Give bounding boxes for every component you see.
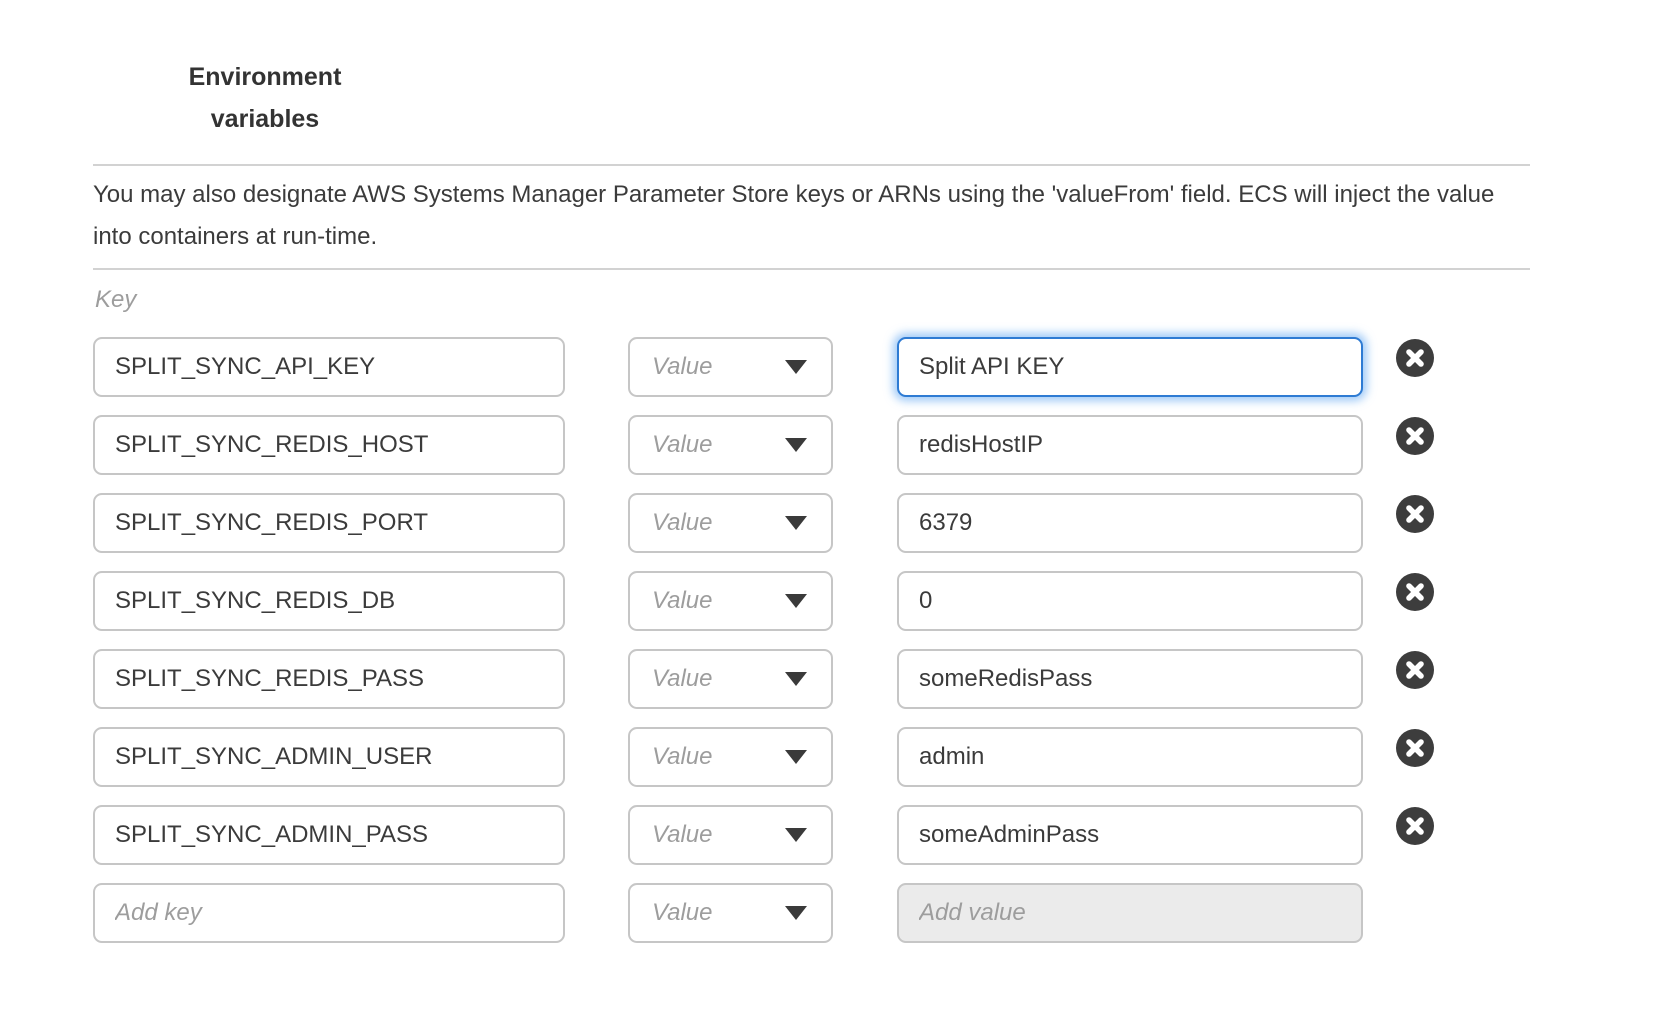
env-var-rows: Value Value Value [93, 337, 1434, 961]
env-key-input[interactable] [93, 805, 565, 865]
env-var-row: Value [93, 337, 1434, 397]
value-type-selected: Value [652, 899, 713, 927]
remove-row-button[interactable] [1396, 807, 1434, 845]
x-circle-icon [1396, 807, 1434, 845]
value-type-selected: Value [652, 353, 713, 381]
x-circle-icon [1396, 417, 1434, 455]
chevron-down-icon [785, 828, 807, 842]
section-description: You may also designate AWS Systems Manag… [93, 174, 1533, 258]
env-var-row: Value [93, 571, 1434, 631]
env-key-input[interactable] [93, 727, 565, 787]
env-key-input[interactable] [93, 493, 565, 553]
x-circle-icon [1396, 651, 1434, 689]
chevron-down-icon [785, 750, 807, 764]
value-type-selected: Value [652, 509, 713, 537]
value-type-dropdown[interactable]: Value [628, 883, 833, 943]
value-type-dropdown[interactable]: Value [628, 649, 833, 709]
section-title-line1: Environment [93, 56, 437, 98]
env-key-input[interactable] [93, 415, 565, 475]
env-key-input[interactable] [93, 883, 565, 943]
value-type-dropdown[interactable]: Value [628, 571, 833, 631]
value-type-selected: Value [652, 587, 713, 615]
env-value-input[interactable] [897, 805, 1363, 865]
env-var-row: Value [93, 805, 1434, 865]
remove-row-button[interactable] [1396, 495, 1434, 533]
section-title: Environment variables [93, 56, 437, 140]
chevron-down-icon [785, 594, 807, 608]
x-circle-icon [1396, 339, 1434, 377]
env-value-input[interactable] [897, 883, 1363, 943]
x-circle-icon [1396, 729, 1434, 767]
value-type-dropdown[interactable]: Value [628, 727, 833, 787]
env-var-row: Value [93, 493, 1434, 553]
value-type-selected: Value [652, 743, 713, 771]
env-var-row: Value [93, 727, 1434, 787]
value-type-selected: Value [652, 431, 713, 459]
value-type-dropdown[interactable]: Value [628, 493, 833, 553]
chevron-down-icon [785, 516, 807, 530]
env-var-row: Value [93, 649, 1434, 709]
env-value-input[interactable] [897, 337, 1363, 397]
env-var-row: Value [93, 415, 1434, 475]
env-value-input[interactable] [897, 649, 1363, 709]
chevron-down-icon [785, 438, 807, 452]
env-key-input[interactable] [93, 571, 565, 631]
value-type-selected: Value [652, 821, 713, 849]
divider-top [93, 164, 1530, 166]
environment-variables-section: Environment variables You may also desig… [0, 0, 1678, 1018]
divider-bottom [93, 268, 1530, 270]
remove-row-button[interactable] [1396, 651, 1434, 689]
env-value-input[interactable] [897, 415, 1363, 475]
value-type-dropdown[interactable]: Value [628, 805, 833, 865]
remove-row-button[interactable] [1396, 573, 1434, 611]
env-value-input[interactable] [897, 571, 1363, 631]
section-title-line2: variables [93, 98, 437, 140]
remove-row-button[interactable] [1396, 729, 1434, 767]
chevron-down-icon [785, 360, 807, 374]
x-circle-icon [1396, 495, 1434, 533]
remove-row-button[interactable] [1396, 339, 1434, 377]
chevron-down-icon [785, 906, 807, 920]
env-var-row: Value [93, 883, 1434, 943]
env-value-input[interactable] [897, 727, 1363, 787]
env-value-input[interactable] [897, 493, 1363, 553]
value-type-dropdown[interactable]: Value [628, 415, 833, 475]
value-type-dropdown[interactable]: Value [628, 337, 833, 397]
x-circle-icon [1396, 573, 1434, 611]
chevron-down-icon [785, 672, 807, 686]
env-key-input[interactable] [93, 649, 565, 709]
value-type-selected: Value [652, 665, 713, 693]
env-key-input[interactable] [93, 337, 565, 397]
remove-row-button[interactable] [1396, 417, 1434, 455]
key-column-header: Key [95, 286, 136, 314]
